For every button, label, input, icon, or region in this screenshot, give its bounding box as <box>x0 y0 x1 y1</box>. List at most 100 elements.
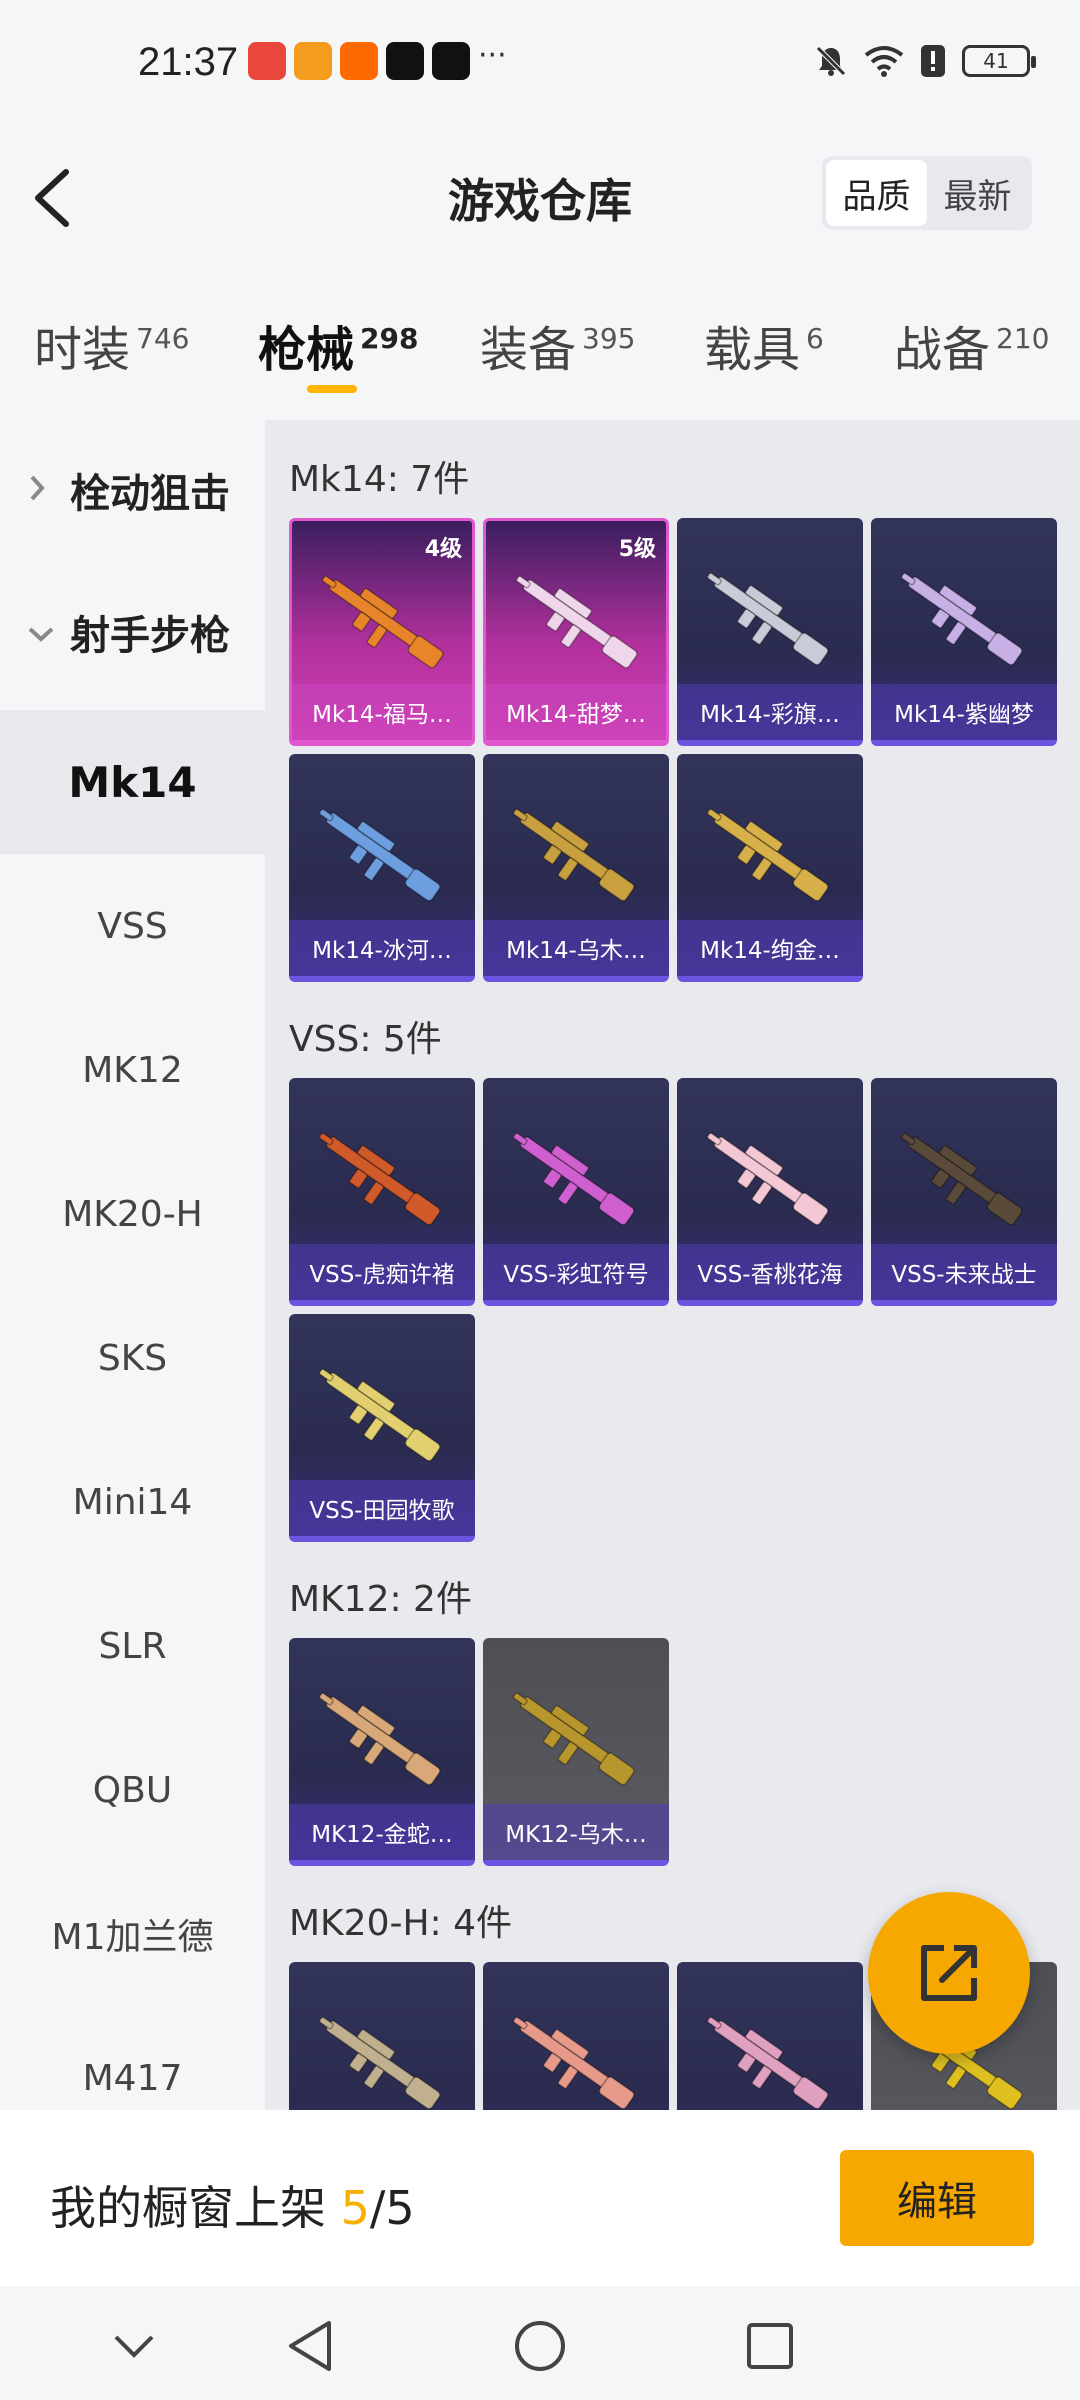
showcase-bar: 我的橱窗上架 5/5 编辑 <box>0 2110 1080 2286</box>
showcase-total: /5 <box>369 2181 415 2235</box>
rifle-icon <box>318 2016 441 2110</box>
sidebar-group-bolt-sniper[interactable]: 栓动狙击 <box>0 420 265 560</box>
item-card[interactable] <box>289 1962 475 2110</box>
taobao-icon <box>340 42 378 80</box>
item-name: Mk14-乌木… <box>483 920 669 976</box>
system-nav-bar <box>0 2286 1080 2400</box>
chevron-right-icon <box>26 467 56 513</box>
showcase-status: 我的橱窗上架 5/5 <box>50 2172 415 2238</box>
item-level-badge: 4级 <box>424 537 462 562</box>
system-icons: 41 <box>814 44 1036 78</box>
item-card[interactable]: Mk14-紫幽梦 <box>871 518 1057 746</box>
sidebar-item-sks[interactable]: SKS <box>0 1286 265 1430</box>
item-name: MK12-金蛇… <box>289 1804 475 1860</box>
active-tab-indicator <box>307 385 357 393</box>
item-name: Mk14-冰河… <box>289 920 475 976</box>
nav-back-button[interactable] <box>280 2316 340 2376</box>
circle-home-icon <box>515 2321 565 2371</box>
section-title-mk12: MK12: 2件 <box>289 1579 472 1620</box>
item-card[interactable]: VSS-香桃花海 <box>677 1078 863 1306</box>
rifle-icon <box>900 1132 1023 1226</box>
item-card[interactable]: VSS-田园牧歌 <box>289 1314 475 1542</box>
edit-button[interactable]: 编辑 <box>840 2150 1034 2246</box>
rifle-icon <box>706 572 829 666</box>
rifle-icon <box>706 808 829 902</box>
tab-fashion[interactable]: 时装 746 <box>34 310 189 380</box>
rifle-icon <box>318 808 441 902</box>
mute-icon <box>816 46 846 76</box>
tab-label: 战备 <box>894 322 991 378</box>
tab-supplies[interactable]: 战备 210 <box>894 310 1049 380</box>
item-card[interactable]: VSS-虎痴许褚 <box>289 1078 475 1306</box>
sidebar-item-vss[interactable]: VSS <box>0 854 265 998</box>
item-card[interactable]: 4级 Mk14-福马… <box>289 518 475 746</box>
sidebar-item-m1-garand[interactable]: M1加兰德 <box>0 1862 265 2006</box>
battery-indicator: 41 <box>962 45 1036 77</box>
item-card[interactable]: Mk14-乌木… <box>483 754 669 982</box>
nav-home-button[interactable] <box>510 2316 570 2376</box>
item-card[interactable]: Mk14-冰河… <box>289 754 475 982</box>
rifle-icon <box>512 1132 635 1226</box>
rifle-icon <box>512 808 635 902</box>
rifle-icon <box>512 2016 635 2110</box>
tab-equipment[interactable]: 装备 395 <box>480 310 635 380</box>
item-card[interactable]: VSS-彩虹符号 <box>483 1078 669 1306</box>
sidebar-item-mk14[interactable]: Mk14 <box>0 710 265 854</box>
tiktok-icon <box>386 42 424 80</box>
showcase-current-count: 5 <box>340 2181 370 2235</box>
alert-icon <box>921 45 945 77</box>
item-name: VSS-田园牧歌 <box>289 1480 475 1536</box>
tab-label: 载具 <box>704 322 801 378</box>
item-name: Mk14-绚金… <box>677 920 863 976</box>
item-card[interactable] <box>677 1962 863 2110</box>
tab-count: 395 <box>582 322 636 355</box>
sidebar-item-qbu[interactable]: QBU <box>0 1718 265 1862</box>
nav-collapse-button[interactable] <box>104 2316 164 2376</box>
tab-vehicles[interactable]: 载具 6 <box>704 310 824 380</box>
item-grid: Mk14: 7件 VSS: 5件 MK12: 2件 MK20-H: 4件 4级 M… <box>265 420 1080 2110</box>
tab-label: 时装 <box>34 322 131 378</box>
sidebar-item-mk20h[interactable]: MK20-H <box>0 1142 265 1286</box>
huawei-app-icon <box>248 42 286 80</box>
share-button[interactable] <box>868 1892 1030 2054</box>
item-name: Mk14-紫幽梦 <box>871 684 1057 740</box>
item-card[interactable]: MK12-乌木… <box>483 1638 669 1866</box>
tab-guns[interactable]: 枪械 298 <box>258 310 418 380</box>
category-tabs: 时装 746 枪械 298 装备 395 载具 6 战备 210 <box>0 300 1080 410</box>
item-card[interactable]: MK12-金蛇… <box>289 1638 475 1866</box>
more-notifications-icon: ··· <box>478 38 507 73</box>
sort-newest-option[interactable]: 最新 <box>927 160 1028 226</box>
sidebar-item-slr[interactable]: SLR <box>0 1574 265 1718</box>
orange-app-icon <box>294 42 332 80</box>
item-card[interactable]: VSS-未来战士 <box>871 1078 1057 1306</box>
rifle-icon <box>515 575 638 669</box>
item-name: Mk14-甜梦… <box>486 684 666 740</box>
nav-recents-button[interactable] <box>740 2316 800 2376</box>
sidebar-item-mini14[interactable]: Mini14 <box>0 1430 265 1574</box>
item-card[interactable]: Mk14-彩旗… <box>677 518 863 746</box>
item-card[interactable] <box>483 1962 669 2110</box>
section-title-mk14: Mk14: 7件 <box>289 459 470 500</box>
item-name: VSS-未来战士 <box>871 1244 1057 1300</box>
sidebar-item-m417[interactable]: M417 <box>0 2006 265 2110</box>
sidebar-group-label: 栓动狙击 <box>70 471 230 517</box>
square-recents-icon <box>747 2323 793 2369</box>
item-name: VSS-香桃花海 <box>677 1244 863 1300</box>
rifle-icon <box>321 575 444 669</box>
item-card[interactable]: Mk14-绚金… <box>677 754 863 982</box>
tab-count: 210 <box>996 322 1050 355</box>
section-title-mk20h: MK20-H: 4件 <box>289 1903 513 1944</box>
wifi-icon <box>864 46 904 77</box>
sidebar-item-mk12[interactable]: MK12 <box>0 998 265 1142</box>
item-card[interactable]: 5级 Mk14-甜梦… <box>483 518 669 746</box>
rifle-icon <box>318 1132 441 1226</box>
battery-level: 41 <box>983 49 1009 73</box>
rifle-icon <box>512 1692 635 1786</box>
sidebar-group-label: 射手步枪 <box>70 613 230 659</box>
item-name: MK12-乌木… <box>483 1804 669 1860</box>
sidebar-group-marksman-rifle[interactable]: 射手步枪 <box>0 562 265 702</box>
tab-count: 298 <box>360 322 419 355</box>
rifle-icon <box>318 1368 441 1462</box>
sort-quality-option[interactable]: 品质 <box>826 160 927 226</box>
share-icon <box>921 1945 977 2001</box>
